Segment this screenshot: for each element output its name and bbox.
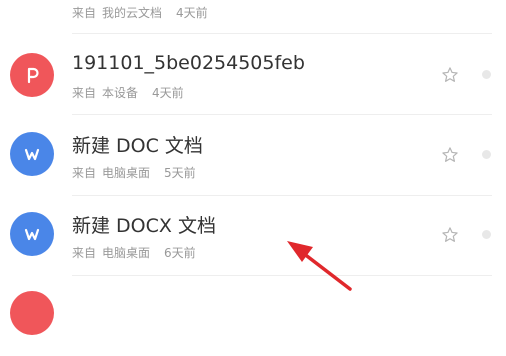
file-title: 191101_5be0254505feb: [72, 52, 305, 74]
word-icon: [10, 212, 54, 256]
file-row[interactable]: 来自 我的云文档 4天前: [0, 0, 506, 34]
source-prefix: 来自: [72, 6, 97, 20]
file-time: 6天前: [164, 246, 196, 260]
more-icon[interactable]: [482, 150, 491, 159]
star-icon[interactable]: [441, 226, 459, 244]
file-meta: 来自 本设备 4天前: [72, 84, 190, 101]
file-title: 新建 DOC 文档: [72, 135, 203, 157]
file-row[interactable]: 新建 DOCX 文档 来自 电脑桌面 6天前: [0, 196, 506, 276]
file-time: 4天前: [176, 6, 208, 20]
file-meta: 来自 我的云文档 4天前: [72, 4, 214, 21]
star-icon[interactable]: [441, 66, 459, 84]
source-name: 本设备: [102, 86, 139, 100]
recent-files-list: 来自 我的云文档 4天前 191101_5be0254505feb 来自 本设备 4天前…: [0, 0, 506, 335]
file-title: 新建 DOCX 文档: [72, 215, 216, 237]
file-row[interactable]: [0, 276, 506, 356]
file-meta: 来自 电脑桌面 6天前: [72, 244, 202, 261]
source-name: 电脑桌面: [102, 166, 151, 180]
source-prefix: 来自: [72, 246, 97, 260]
file-icon: [10, 291, 54, 335]
file-time: 5天前: [164, 166, 196, 180]
source-name: 电脑桌面: [102, 246, 151, 260]
file-row[interactable]: 191101_5be0254505feb 来自 本设备 4天前: [0, 34, 506, 114]
presentation-icon: [10, 53, 54, 97]
more-icon[interactable]: [482, 70, 491, 79]
file-row[interactable]: 新建 DOC 文档 来自 电脑桌面 5天前: [0, 115, 506, 195]
file-time: 4天前: [152, 86, 184, 100]
source-name: 我的云文档: [102, 6, 163, 20]
star-icon[interactable]: [441, 146, 459, 164]
more-icon[interactable]: [482, 230, 491, 239]
source-prefix: 来自: [72, 166, 97, 180]
file-meta: 来自 电脑桌面 5天前: [72, 164, 202, 181]
word-icon: [10, 132, 54, 176]
source-prefix: 来自: [72, 86, 97, 100]
